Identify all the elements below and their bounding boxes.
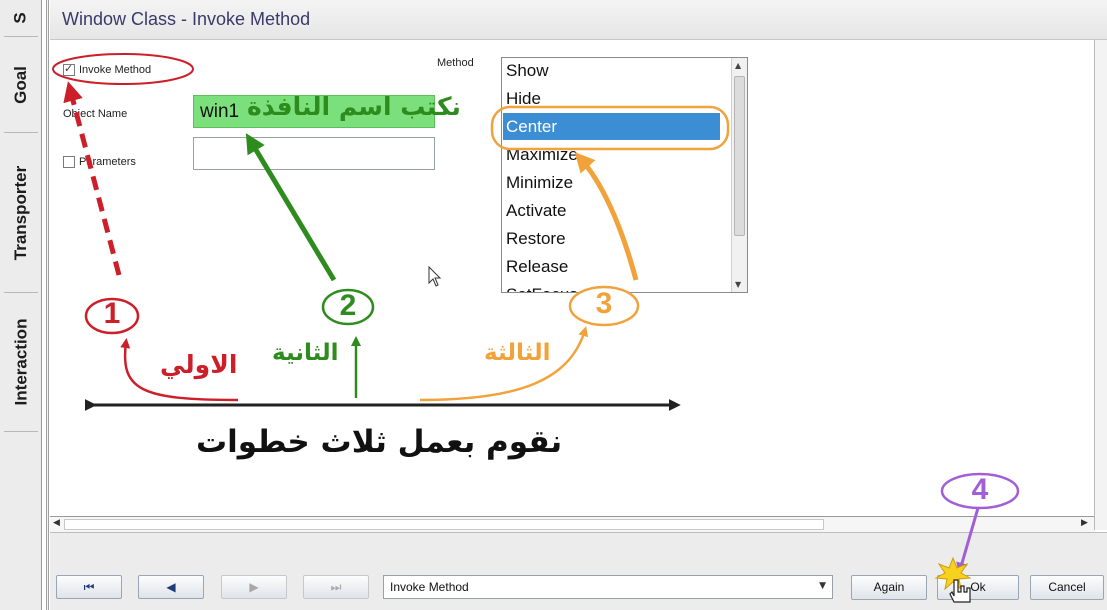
- hscroll-track[interactable]: [64, 519, 824, 530]
- combo-value: Invoke Method: [390, 580, 469, 594]
- previous-button[interactable]: ◀: [138, 575, 204, 599]
- dialog-header: Window Class - Invoke Method: [50, 0, 1107, 40]
- side-tab-transporter[interactable]: Transporter: [4, 132, 38, 292]
- content-hscrollbar[interactable]: ◀ ▶: [50, 516, 1096, 532]
- next-button[interactable]: ▶: [221, 575, 287, 599]
- bottom-toolbar: ⏮ ◀ ▶ ⏭ Invoke Method ▼ Again Ok Cancel: [50, 532, 1107, 610]
- parameters-checkbox[interactable]: [63, 156, 75, 168]
- ok-button[interactable]: Ok: [937, 575, 1019, 600]
- side-tab-strip: S Goal Transporter Interaction: [0, 0, 42, 610]
- side-tab-goal[interactable]: Goal: [4, 36, 38, 132]
- object-name-input[interactable]: win1: [193, 95, 435, 128]
- first-button[interactable]: ⏮: [56, 575, 122, 599]
- action-combobox[interactable]: Invoke Method ▼: [383, 575, 833, 599]
- invoke-method-checkbox[interactable]: [63, 62, 75, 76]
- scroll-down-icon[interactable]: ▼: [735, 280, 741, 289]
- next-icon: ▶: [249, 580, 259, 594]
- cancel-button[interactable]: Cancel: [1030, 575, 1104, 600]
- method-item-activate[interactable]: Activate: [506, 201, 566, 221]
- first-page-icon: ⏮: [83, 579, 95, 594]
- last-button[interactable]: ⏭: [303, 575, 369, 599]
- again-button[interactable]: Again: [851, 575, 927, 600]
- scroll-up-icon[interactable]: ▲: [735, 61, 741, 70]
- object-name-value: win1: [200, 101, 240, 122]
- side-tab-interaction[interactable]: Interaction: [4, 292, 38, 432]
- previous-icon: ◀: [166, 580, 176, 594]
- invoke-method-label: Invoke Method: [79, 64, 152, 76]
- method-item-minimize[interactable]: Minimize: [506, 173, 573, 193]
- side-tab-s[interactable]: S: [4, 0, 38, 36]
- method-item-center[interactable]: Center: [503, 113, 720, 140]
- dialog-title: Window Class - Invoke Method: [62, 9, 311, 29]
- dialog-content: Invoke Method Method Object Name win1 Pa…: [50, 40, 1096, 532]
- panel-splitter[interactable]: [46, 0, 49, 610]
- side-tab-label: S: [11, 12, 30, 24]
- scroll-right-icon[interactable]: ▶: [1081, 518, 1088, 528]
- mouse-pointer-icon: [428, 266, 442, 287]
- method-item-setfocus[interactable]: SetFocus: [506, 285, 578, 292]
- method-label: Method: [437, 57, 474, 69]
- method-listbox[interactable]: Show Hide Center Maximize Minimize Activ…: [501, 57, 748, 293]
- method-item-show[interactable]: Show: [506, 61, 549, 81]
- object-name-label: Object Name: [63, 108, 128, 120]
- method-item-maximize[interactable]: Maximize: [506, 145, 578, 165]
- last-page-icon: ⏭: [330, 579, 342, 594]
- scroll-thumb[interactable]: [734, 76, 745, 236]
- scroll-left-icon[interactable]: ◀: [53, 518, 60, 528]
- chevron-down-icon[interactable]: ▼: [819, 581, 826, 591]
- parameters-label: Parameters: [79, 156, 136, 168]
- method-item-restore[interactable]: Restore: [506, 229, 566, 249]
- method-item-hide[interactable]: Hide: [506, 89, 541, 109]
- side-tab-label: Interaction: [11, 318, 30, 406]
- content-vscrollbar[interactable]: [1094, 40, 1107, 530]
- side-tab-label: Goal: [11, 65, 31, 104]
- method-list-scrollbar[interactable]: ▲ ▼: [731, 58, 747, 292]
- method-item-release[interactable]: Release: [506, 257, 568, 277]
- side-tab-label: Transporter: [11, 165, 31, 260]
- parameters-input[interactable]: [193, 137, 435, 170]
